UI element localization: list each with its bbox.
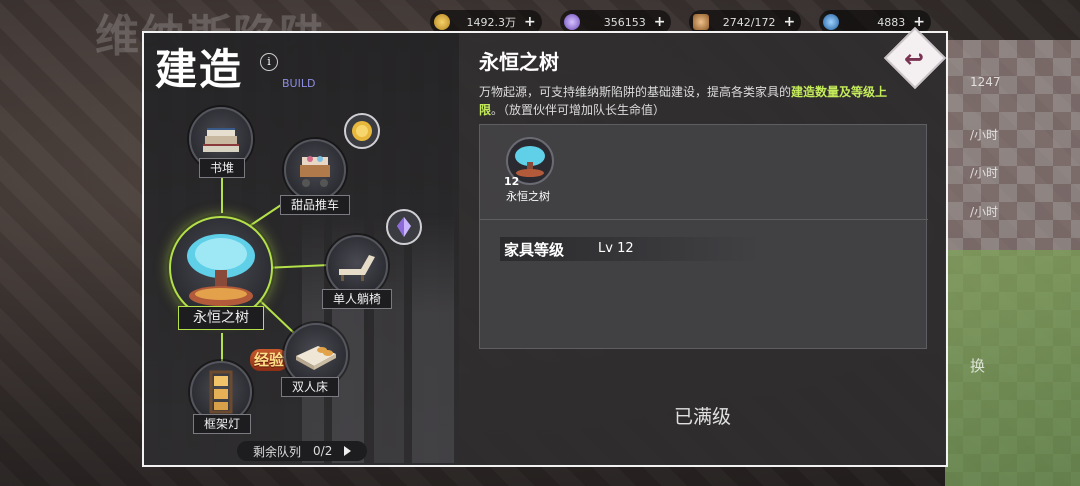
bg-text: 换 [970, 357, 986, 375]
item-level: 12 [504, 175, 520, 188]
divider [480, 219, 928, 220]
node-label: 书堆 [198, 158, 246, 178]
node-label: 框架灯 [192, 414, 252, 434]
desc-text: 。（放置伙伴可增加队长生命值） [491, 103, 666, 117]
bg-text: /小时 [970, 166, 999, 180]
item-name: 永恒之树 [506, 190, 550, 203]
build-queue[interactable]: 剩余队列 0/2 [237, 441, 367, 461]
queue-value: 0/2 [313, 444, 333, 458]
node-label: 永恒之树 [178, 306, 264, 330]
gold-icon [434, 14, 450, 30]
bg-text: /小时 [970, 205, 999, 219]
exp-badge: 经验 [250, 349, 289, 371]
queue-label: 剩余队列 [253, 444, 302, 459]
lounge-chair-icon [326, 235, 388, 297]
attribute-row: 家具等级 Lv 12 [500, 237, 760, 261]
build-panel: 建造 i BUILD 书堆 甜品推车 永恒之树 单人躺椅 经验 双人床 框架灯 … [142, 31, 948, 467]
arrow-right-icon [344, 446, 352, 456]
back-button[interactable]: ↩ [880, 26, 950, 90]
grass-area [945, 250, 1080, 486]
add-gold-button[interactable]: + [524, 14, 536, 30]
detail-description: 万物起源，可支持维纳斯陷阱的基础建设，提高各类家具的建造数量及等级上限。（放置伙… [479, 83, 899, 119]
node-label: 双人床 [280, 377, 340, 397]
attribute-value: Lv 12 [598, 241, 634, 256]
bg-text: /小时 [970, 128, 999, 142]
add-crystal-button[interactable]: + [654, 14, 666, 30]
detail-title: 永恒之树 [479, 50, 559, 74]
crate-icon [693, 14, 710, 30]
resource-value: 4883 [877, 15, 906, 29]
max-level-status: 已满级 [673, 406, 731, 428]
resource-value: 2742/172 [722, 15, 776, 29]
gem-icon [823, 14, 840, 30]
attribute-key: 家具等级 [504, 241, 565, 259]
back-arrow-icon: ↩ [904, 45, 925, 73]
node-label: 单人躺椅 [321, 289, 393, 309]
eternal-tree-icon [515, 146, 545, 177]
detail-box: 12 永恒之树 家具等级 Lv 12 [479, 124, 928, 349]
resource-value: 1492.3万 [466, 16, 517, 29]
build-tree-area: 建造 i BUILD 书堆 甜品推车 永恒之树 单人躺椅 经验 双人床 框架灯 … [144, 33, 459, 465]
gold-coin-icon [344, 113, 380, 149]
node-label: 甜品推车 [279, 195, 351, 215]
bg-text: 1247 [970, 75, 1001, 89]
crystal-icon [386, 209, 422, 245]
detail-area: 永恒之树 万物起源，可支持维纳斯陷阱的基础建设，提高各类家具的建造数量及等级上限… [459, 33, 946, 465]
eternal-tree-icon [169, 216, 273, 320]
dessert-cart-icon [284, 139, 346, 201]
crystal-icon [563, 14, 580, 30]
add-material-button[interactable]: + [783, 14, 795, 30]
resource-value: 356153 [603, 15, 646, 29]
desc-text: 万物起源，可支持维纳斯陷阱的基础建设，提高各类家具的 [479, 85, 792, 99]
